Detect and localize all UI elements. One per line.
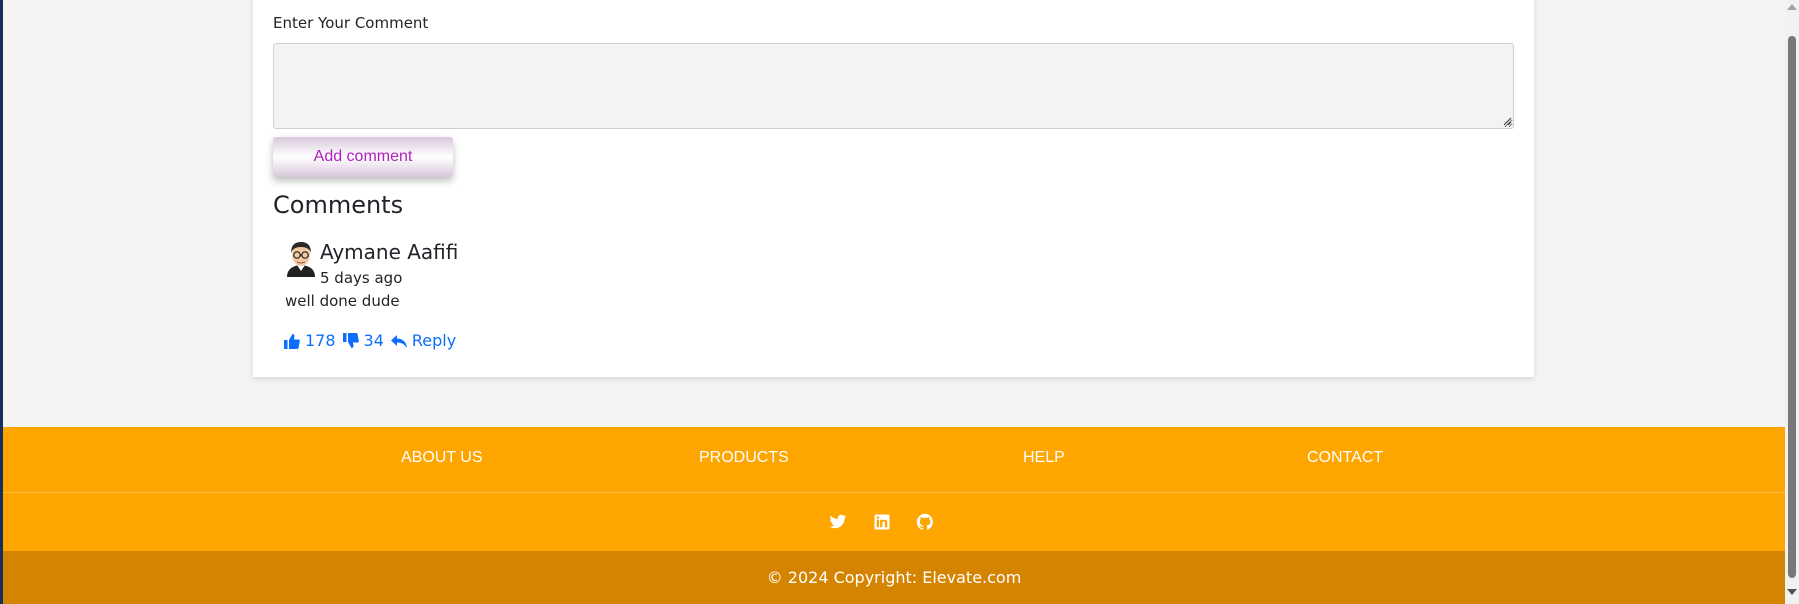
- dislike-button[interactable]: 34: [342, 331, 384, 350]
- copyright-bar: © 2024 Copyright: Elevate.com: [3, 551, 1785, 604]
- reply-icon: [390, 334, 407, 348]
- footer: ABOUT US PRODUCTS HELP CONTACT © 2024 Co…: [3, 427, 1785, 604]
- vertical-scrollbar[interactable]: [1785, 0, 1799, 604]
- comment-text: well done dude: [285, 292, 400, 310]
- footer-link-contact[interactable]: CONTACT: [1307, 449, 1383, 467]
- dislike-count: 34: [363, 331, 384, 350]
- linkedin-icon[interactable]: [873, 513, 891, 531]
- reply-button[interactable]: Reply: [390, 331, 457, 350]
- footer-link-help[interactable]: HELP: [1023, 449, 1065, 467]
- comment-timestamp: 5 days ago: [320, 269, 403, 287]
- copyright-text: © 2024 Copyright: Elevate.com: [766, 568, 1022, 587]
- like-button[interactable]: 178: [284, 331, 336, 350]
- twitter-icon[interactable]: [829, 513, 847, 531]
- like-count: 178: [305, 331, 336, 350]
- comment-author: Aymane Aafifi: [320, 240, 459, 264]
- thumbs-down-icon: [342, 332, 359, 348]
- comment-label: Enter Your Comment: [273, 14, 429, 32]
- thumbs-up-icon: [284, 333, 300, 349]
- footer-link-about-us[interactable]: ABOUT US: [401, 449, 483, 467]
- scrollbar-thumb[interactable]: [1788, 36, 1796, 578]
- reply-label: Reply: [411, 331, 457, 350]
- github-icon[interactable]: [916, 513, 934, 531]
- avatar: [287, 242, 315, 277]
- footer-link-products[interactable]: PRODUCTS: [699, 449, 789, 467]
- comment-actions: 178 34 Reply: [284, 331, 456, 350]
- add-comment-button[interactable]: Add comment: [273, 137, 453, 177]
- scroll-up-arrow-icon[interactable]: [1787, 4, 1797, 10]
- comment-textarea[interactable]: [273, 43, 1514, 129]
- comments-heading: Comments: [273, 191, 404, 219]
- scroll-down-arrow-icon[interactable]: [1787, 589, 1797, 595]
- footer-nav: ABOUT US PRODUCTS HELP CONTACT: [3, 427, 1785, 493]
